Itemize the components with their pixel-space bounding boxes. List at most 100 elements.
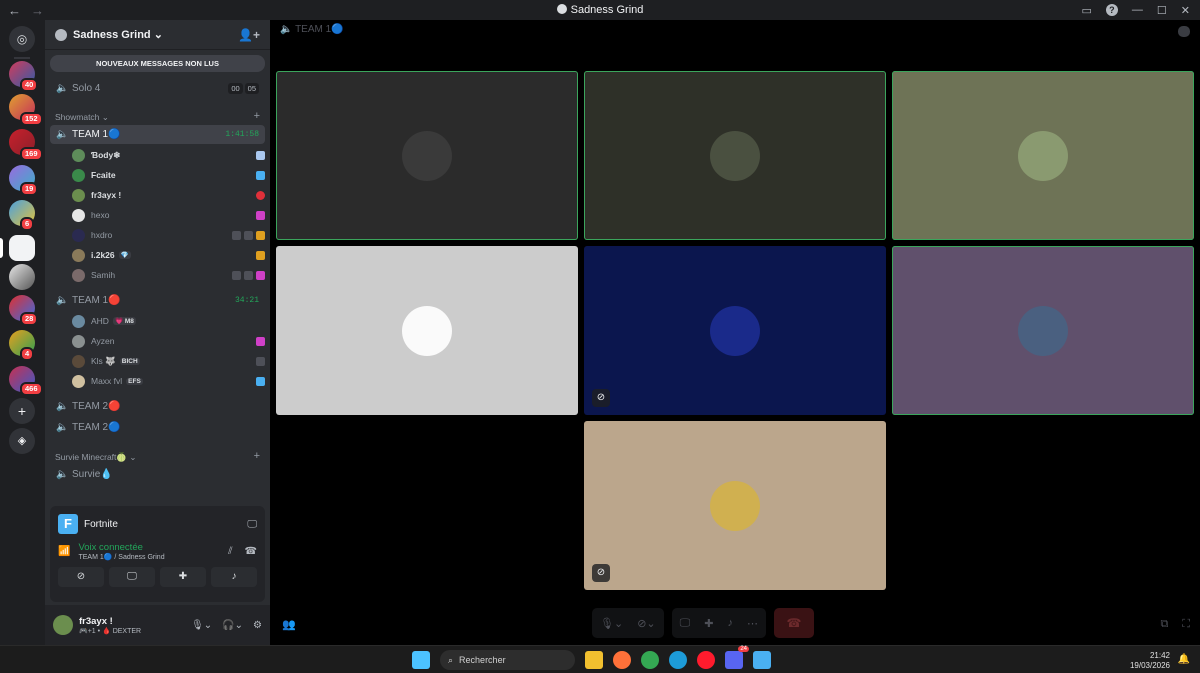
muted-mic-icon bbox=[232, 270, 241, 280]
voice-action-buttons: ⊘ 🖵 ✚ ♪ bbox=[50, 561, 265, 587]
settings-gear-icon[interactable]: ⚙ bbox=[253, 620, 262, 631]
participant-tile[interactable]: ⊘ bbox=[584, 421, 886, 590]
voice-member[interactable]: Samih bbox=[72, 266, 265, 284]
microphone-icon[interactable]: 🎙⌄ bbox=[191, 620, 212, 631]
channel-team1-blue[interactable]: 🔈 TEAM 1🔵 1:41:58 bbox=[50, 125, 265, 144]
avatar bbox=[72, 334, 85, 348]
avatar bbox=[72, 314, 85, 328]
signal-icon[interactable]: 📶 bbox=[58, 546, 70, 557]
participant-tile[interactable] bbox=[892, 71, 1194, 240]
add-channel-icon[interactable]: + bbox=[254, 111, 260, 123]
mic-toggle-icon[interactable]: 🎙⌄ bbox=[600, 617, 623, 630]
voice-member[interactable]: i.2k26 💎 bbox=[72, 246, 265, 264]
explore-compass-icon[interactable]: ◈ bbox=[9, 428, 35, 454]
minimize-button[interactable]: — bbox=[1132, 4, 1143, 16]
voice-member[interactable]: Kls 🐺 BICH bbox=[72, 352, 265, 370]
camera-toggle-icon[interactable]: ⊘⌄ bbox=[637, 617, 655, 630]
invite-to-call-icon[interactable]: 👥 bbox=[282, 618, 296, 631]
inbox-icon[interactable]: ▭ bbox=[1082, 4, 1092, 17]
chat-bubble-icon[interactable] bbox=[1178, 26, 1190, 37]
notification-bell-icon[interactable]: 🔔 bbox=[1178, 654, 1190, 665]
discord-home-icon[interactable]: ◎ bbox=[9, 26, 35, 52]
voice-member[interactable]: AHD 💗 M8 bbox=[72, 312, 265, 330]
soundboard-button[interactable]: ♪ bbox=[211, 567, 257, 587]
server-list: ◎ 40 152 169 19 6 28 4 466 + ◈ bbox=[0, 20, 45, 645]
user-limit-badge: 00 05 bbox=[228, 83, 259, 94]
category-survie-minecraft[interactable]: Survie Minecraft🍈 ⌄ + bbox=[55, 451, 260, 463]
chrome-icon[interactable] bbox=[641, 651, 659, 669]
close-button[interactable]: ✕ bbox=[1181, 4, 1190, 17]
voice-member[interactable]: Maxx fvl EFS bbox=[72, 372, 265, 390]
game-icon bbox=[256, 336, 265, 346]
screen-share-icon[interactable]: 🖵 bbox=[680, 617, 691, 630]
unread-badge: 28 bbox=[20, 312, 39, 326]
participant-tile[interactable] bbox=[584, 71, 886, 240]
user-avatar[interactable] bbox=[53, 615, 73, 635]
channel-solo4[interactable]: 🔈 Solo 4 00 05 bbox=[50, 79, 265, 98]
channel-survie[interactable]: 🔈 Survie💧 bbox=[50, 465, 265, 484]
unread-messages-banner[interactable]: NOUVEAUX MESSAGES NON LUS bbox=[50, 55, 265, 72]
server-separator bbox=[14, 57, 30, 59]
fortnite-icon[interactable] bbox=[753, 651, 771, 669]
system-clock[interactable]: 21:42 19/03/2026 bbox=[1130, 651, 1170, 671]
speaker-icon: 🔈 bbox=[56, 129, 69, 140]
participant-tile[interactable] bbox=[892, 246, 1194, 415]
muted-mic-icon bbox=[232, 230, 241, 240]
discord-icon[interactable]: 24 bbox=[725, 646, 749, 669]
soundboard-icon[interactable]: ♪ bbox=[727, 617, 733, 629]
participant-tile[interactable]: ⊘ bbox=[584, 246, 886, 415]
category-showmatch[interactable]: Showmatch ⌄ + bbox=[55, 111, 260, 123]
screen-share-button[interactable]: 🖵 bbox=[109, 567, 155, 587]
fullscreen-icon[interactable]: ⛶ bbox=[1182, 618, 1190, 631]
channel-team1-red[interactable]: 🔈 TEAM 1🔴 34:21 bbox=[50, 291, 265, 310]
headphones-icon[interactable]: 🎧⌄ bbox=[222, 620, 243, 631]
medal-icon bbox=[256, 230, 265, 240]
windows-taskbar: ⌕ Rechercher 24 21:42 19/03/2026 🔔 bbox=[0, 645, 1200, 673]
selected-server-pill bbox=[0, 238, 3, 258]
server-header[interactable]: Sadness Grind ⌄ 👤+ bbox=[45, 20, 270, 50]
game-icon bbox=[256, 210, 265, 220]
file-explorer-icon[interactable] bbox=[585, 651, 603, 669]
participant-avatar bbox=[710, 130, 760, 181]
maximize-button[interactable]: ☐ bbox=[1157, 4, 1167, 17]
avatar bbox=[72, 168, 85, 182]
windows-start-icon[interactable] bbox=[412, 651, 430, 669]
disconnect-icon[interactable]: ☎ bbox=[245, 546, 257, 557]
voice-member[interactable]: Ɓody❄ bbox=[72, 146, 265, 164]
help-icon[interactable]: ? bbox=[1105, 4, 1118, 16]
voice-member[interactable]: hxdro bbox=[72, 226, 265, 244]
noise-suppression-icon[interactable]: ⫽ bbox=[228, 546, 232, 557]
voice-member[interactable]: hexo bbox=[72, 206, 265, 224]
edge-icon[interactable] bbox=[669, 651, 687, 669]
share-screen-icon[interactable]: 🖵 bbox=[247, 519, 257, 530]
server-sadness-grind[interactable] bbox=[9, 235, 35, 261]
fortnite-icon bbox=[256, 376, 265, 386]
voice-member[interactable]: fr3ayx ! bbox=[72, 186, 265, 204]
speaker-icon: 🔈 bbox=[56, 401, 69, 412]
more-options-icon[interactable]: ⋯ bbox=[747, 617, 758, 630]
activities-button[interactable]: ✚ bbox=[160, 567, 206, 587]
firefox-icon[interactable] bbox=[613, 651, 631, 669]
taskbar-search[interactable]: ⌕ Rechercher bbox=[440, 650, 575, 670]
opera-icon[interactable] bbox=[697, 651, 715, 669]
voice-member[interactable]: Ayzen bbox=[72, 332, 265, 350]
channel-team2-blue[interactable]: 🔈 TEAM 2🔵 bbox=[50, 418, 265, 437]
server-icon-7[interactable] bbox=[9, 264, 35, 290]
channel-team2-red[interactable]: 🔈 TEAM 2🔴 bbox=[50, 397, 265, 416]
unread-badge: 152 bbox=[20, 112, 43, 126]
participant-tile[interactable] bbox=[276, 246, 578, 415]
forward-arrow-icon[interactable]: → bbox=[31, 3, 44, 18]
activities-icon[interactable]: ✚ bbox=[704, 617, 713, 630]
back-arrow-icon[interactable]: ← bbox=[8, 3, 21, 18]
medal-icon bbox=[256, 250, 265, 260]
popout-icon[interactable]: ⧉ bbox=[1160, 618, 1168, 631]
voice-member[interactable]: Fcaite bbox=[72, 166, 265, 184]
hang-up-button[interactable]: ☎ bbox=[773, 608, 814, 638]
invite-people-icon[interactable]: 👤+ bbox=[238, 28, 260, 42]
camera-button[interactable]: ⊘ bbox=[58, 567, 104, 587]
add-server-icon[interactable]: + bbox=[9, 398, 35, 424]
participant-tile[interactable] bbox=[276, 71, 578, 240]
add-channel-icon[interactable]: + bbox=[254, 451, 260, 463]
chevron-down-icon: ⌄ bbox=[153, 29, 163, 41]
avatar bbox=[72, 148, 85, 162]
